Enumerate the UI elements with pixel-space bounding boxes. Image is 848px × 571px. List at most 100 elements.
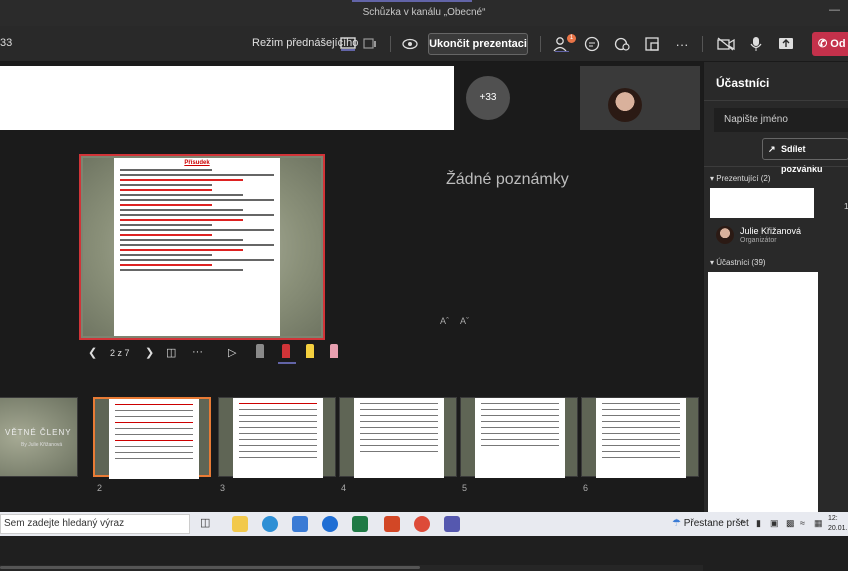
meeting-toolbar: 33 Režim přednášejícího Ukončit prezenta… xyxy=(0,26,848,62)
thumbnail-number: 3 xyxy=(220,483,226,493)
presenter-view-icon[interactable] xyxy=(338,34,358,54)
network-icon[interactable]: ▣ xyxy=(770,518,779,529)
file-explorer-icon[interactable] xyxy=(232,516,248,532)
chrome-icon[interactable] xyxy=(414,516,430,532)
standard-view-icon[interactable] xyxy=(360,34,380,54)
thumbnail-number: 5 xyxy=(462,483,468,493)
slide-text-line xyxy=(120,189,213,191)
share-invite-button[interactable]: ↗ Sdílet pozvánku xyxy=(762,138,848,174)
slide-text-line xyxy=(120,219,244,221)
next-slide-icon[interactable]: ❯ xyxy=(145,346,154,359)
more-slide-options-icon[interactable]: ··· xyxy=(192,346,203,358)
end-presentation-button[interactable]: Ukončit prezentaci xyxy=(428,33,528,55)
panel-title: Účastníci xyxy=(716,76,770,90)
thumbnail-page xyxy=(475,398,565,478)
pen-red-icon[interactable] xyxy=(282,344,290,358)
microphone-icon[interactable] xyxy=(746,34,766,54)
thumbnail-number: 2 xyxy=(97,483,103,493)
thumbnail-cover-text: VĚTNÉ ČLENY xyxy=(5,428,72,437)
panel-divider xyxy=(704,166,848,167)
clock-date: 20.01. xyxy=(828,525,848,532)
window-title: Schůzka v kanálu „Obecné“ xyxy=(362,7,486,18)
slide-text-line xyxy=(120,179,244,181)
volume-icon[interactable]: ▩ xyxy=(786,518,795,529)
presenters-section[interactable]: ▾ Prezentující (2) xyxy=(710,174,771,183)
taskbar-search-input[interactable]: Sem zadejte hledaný výraz xyxy=(0,514,190,534)
thumbnail-page xyxy=(233,398,323,478)
app-icon[interactable] xyxy=(322,516,338,532)
no-notes-label: Žádné poznámky xyxy=(446,171,569,188)
presenters-label: Prezentující (2) xyxy=(716,174,771,183)
tray-chevron-icon[interactable]: ^ xyxy=(740,518,744,528)
share-screen-icon[interactable] xyxy=(776,34,796,54)
rooms-icon[interactable] xyxy=(642,34,662,54)
weather-widget[interactable]: ☂ Přestane pršet xyxy=(672,518,749,529)
highlighter-icon[interactable] xyxy=(306,344,314,358)
slide-text-line xyxy=(120,224,213,226)
more-participants-button[interactable]: +33 xyxy=(466,76,510,120)
chat-icon[interactable] xyxy=(582,34,602,54)
toolbar-separator xyxy=(390,36,391,52)
slide-text-line xyxy=(120,264,213,266)
excel-icon[interactable] xyxy=(352,516,368,532)
language-icon[interactable]: ▦ xyxy=(814,518,823,529)
window-titlebar: Schůzka v kanálu „Obecné“ — xyxy=(0,0,848,26)
font-increase-button[interactable]: Aˆ xyxy=(440,316,449,326)
pen-gray-icon[interactable] xyxy=(256,344,264,358)
tray-app-icon[interactable]: ▮ xyxy=(756,518,761,529)
presentation-stage: +33 Přísudek Žádné poznámky Aˆ Aˇ ❮ 2 z … xyxy=(0,62,703,571)
thumbnail-number: 4 xyxy=(341,483,347,493)
teams-icon[interactable] xyxy=(444,516,460,532)
previous-slide-icon[interactable]: ❮ xyxy=(88,346,97,359)
font-decrease-button[interactable]: Aˇ xyxy=(460,316,469,326)
slide-text-line xyxy=(120,249,244,251)
grid-view-icon[interactable]: ◫ xyxy=(166,346,176,359)
taskbar-clock[interactable]: 12: 20.01. xyxy=(828,514,847,534)
shared-video-tile xyxy=(0,66,454,130)
eraser-icon[interactable] xyxy=(330,344,338,358)
thumbnail-page xyxy=(354,398,444,478)
pointer-icon[interactable]: ▷ xyxy=(228,346,236,359)
toolbar-separator xyxy=(702,36,703,52)
slide-thumbnail[interactable] xyxy=(339,397,457,478)
slide-text-line xyxy=(120,244,274,246)
presenter-avatar xyxy=(716,226,734,244)
current-slide: Přísudek xyxy=(79,154,325,340)
leave-label: Od xyxy=(830,38,846,50)
camera-off-icon[interactable] xyxy=(716,34,736,54)
slide-thumbnail[interactable] xyxy=(218,397,336,478)
slide-text-line xyxy=(120,269,244,271)
thumbnail-page xyxy=(109,399,199,479)
share-invite-label: Sdílet pozvánku xyxy=(781,144,823,174)
outlook-icon[interactable] xyxy=(292,516,308,532)
weather-icon: ☂ xyxy=(672,518,681,529)
presenter-role: Organizátor xyxy=(740,237,777,244)
reactions-icon[interactable] xyxy=(612,34,632,54)
minimize-icon[interactable]: — xyxy=(829,4,840,16)
scrollbar-thumb[interactable] xyxy=(0,566,420,569)
edge-icon[interactable] xyxy=(262,516,278,532)
slide-text-line xyxy=(120,204,213,206)
participant-search-input[interactable]: Napište jméno xyxy=(714,108,848,132)
more-options-icon[interactable]: ··· xyxy=(672,34,692,54)
slide-counter: 2 z 7 xyxy=(110,348,130,358)
slide-thumbnail[interactable] xyxy=(581,397,699,478)
powerpoint-icon[interactable] xyxy=(384,516,400,532)
presenter-name[interactable]: Julie Křižanová xyxy=(740,226,801,236)
eye-icon[interactable] xyxy=(400,34,420,54)
share-icon: ↗ xyxy=(768,144,776,154)
wifi-icon[interactable]: ≈ xyxy=(800,518,805,528)
slide-text-line xyxy=(120,209,244,211)
collapse-icon: ▾ xyxy=(710,258,715,267)
thumbnail-scrollbar[interactable] xyxy=(0,565,703,571)
task-view-icon[interactable]: ◫ xyxy=(200,516,216,532)
panel-divider xyxy=(704,100,848,101)
slide-title: Přísudek xyxy=(184,160,210,166)
leave-button[interactable]: ✆ Od xyxy=(812,32,848,56)
attendees-section[interactable]: ▾ Účastníci (39) xyxy=(710,258,766,267)
participants-badge: 1 xyxy=(567,34,576,43)
slide-text-line xyxy=(120,254,213,256)
slide-thumbnail-active[interactable] xyxy=(93,397,211,479)
slide-thumbnail[interactable]: VĚTNÉ ČLENY By Julie Křižanová xyxy=(0,397,78,477)
slide-thumbnail[interactable] xyxy=(460,397,578,478)
